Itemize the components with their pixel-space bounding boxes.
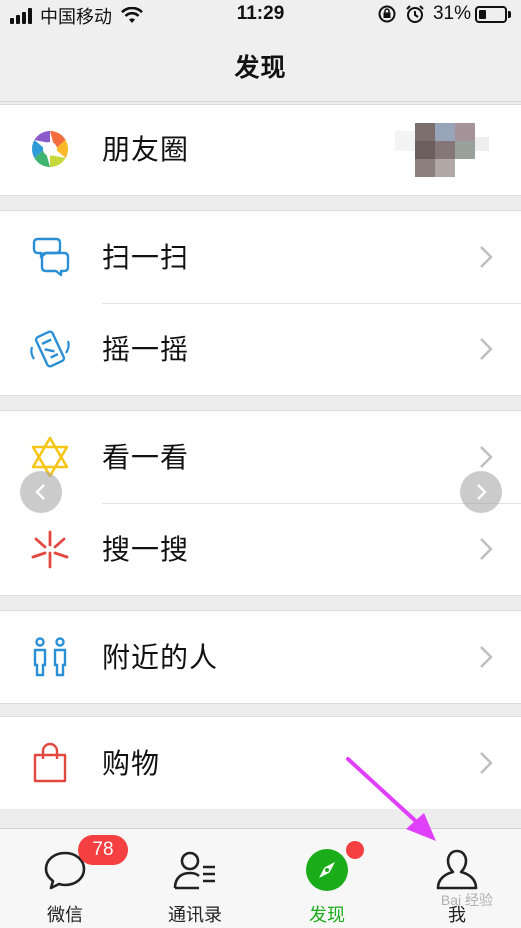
people-nearby-icon: [33, 637, 67, 677]
group-shopping: 购物: [0, 716, 521, 809]
tab-label-chats: 微信: [47, 905, 83, 926]
group-scan-shake: 扫一扫 摇一摇: [0, 210, 521, 396]
annotation-arrow-icon: [346, 757, 436, 841]
scan-icon: [32, 237, 70, 277]
previous-image-button[interactable]: [20, 471, 62, 513]
chevron-left-icon: [35, 484, 45, 500]
menu-label-nearby: 附近的人: [102, 641, 219, 674]
menu-item-moments[interactable]: 朋友圈: [0, 105, 521, 195]
compass-icon: [306, 849, 348, 891]
moments-thumbnail: [395, 119, 489, 183]
chevron-right-icon: [480, 246, 493, 268]
alarm-clock-icon: [406, 5, 424, 23]
chevron-right-icon: [477, 484, 487, 500]
chevron-right-icon: [480, 446, 493, 468]
status-bar: 中国移动 11:29 31%: [0, 0, 521, 30]
menu-item-nearby[interactable]: 附近的人: [0, 611, 521, 703]
menu-item-shake[interactable]: 摇一摇: [0, 303, 521, 395]
chevron-right-icon: [480, 338, 493, 360]
next-image-button[interactable]: [460, 471, 502, 513]
tab-bar: 78 微信 通讯录 发现 我 Bai 经验: [0, 828, 521, 928]
tab-label-contacts: 通讯录: [168, 905, 222, 926]
unread-badge: 78: [78, 835, 128, 865]
contacts-icon: [173, 851, 215, 890]
group-nearby: 附近的人: [0, 610, 521, 704]
tab-label-discover: 发现: [309, 905, 345, 926]
person-icon: [436, 849, 478, 890]
menu-label-search: 搜一搜: [102, 533, 190, 566]
battery-percent: 31%: [432, 3, 471, 24]
menu-label-moments: 朋友圈: [102, 133, 190, 166]
nav-bar: 发现: [0, 30, 521, 102]
page-title: 发现: [234, 52, 287, 82]
menu-label-shake: 摇一摇: [102, 333, 190, 366]
chevron-right-icon: [480, 538, 493, 560]
menu-label-scan: 扫一扫: [102, 241, 190, 274]
menu-label-shopping: 购物: [102, 747, 161, 780]
group-stories-search: 看一看 搜一搜: [0, 410, 521, 596]
menu-item-search[interactable]: 搜一搜: [0, 503, 521, 595]
menu-label-top-stories: 看一看: [102, 441, 190, 474]
search-spark-icon: [31, 530, 69, 569]
chevron-right-icon: [480, 752, 493, 774]
group-moments: 朋友圈: [0, 104, 521, 196]
shopping-bag-icon: [33, 742, 67, 783]
rotation-lock-icon: [378, 5, 396, 23]
tab-contacts[interactable]: 通讯录: [130, 829, 260, 928]
shake-phone-icon: [30, 330, 70, 368]
aperture-icon: [31, 131, 69, 167]
chevron-right-icon: [480, 646, 493, 668]
menu-item-top-stories[interactable]: 看一看: [0, 411, 521, 503]
menu-item-shopping[interactable]: 购物: [0, 717, 521, 809]
menu-item-scan[interactable]: 扫一扫: [0, 211, 521, 303]
watermark: Bai 经验: [440, 892, 493, 908]
battery-icon: [475, 5, 511, 23]
tab-chats[interactable]: 78 微信: [0, 829, 130, 928]
